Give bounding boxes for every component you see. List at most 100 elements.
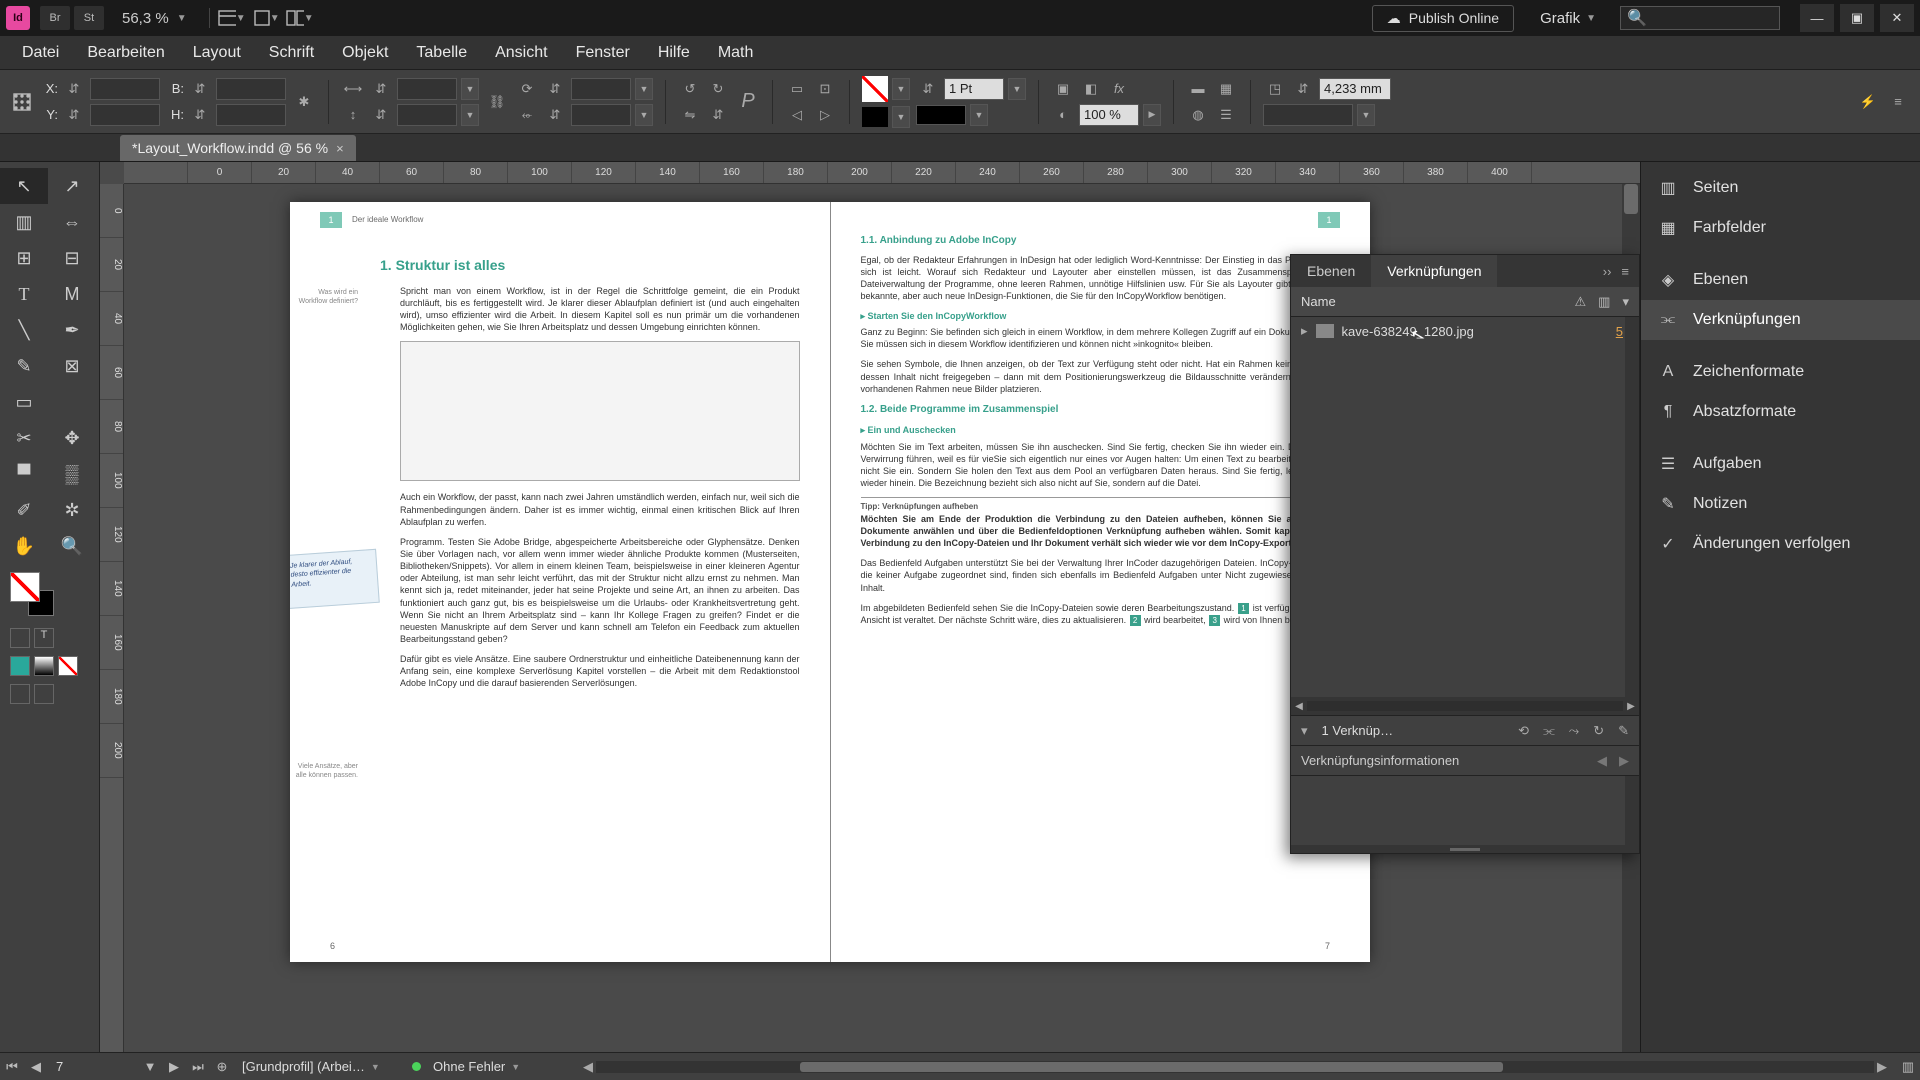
content-select-icon[interactable]: ⊡: [813, 78, 837, 100]
first-spread-icon[interactable]: ⏮: [0, 1059, 24, 1075]
chevron-right-icon[interactable]: ▶: [1143, 104, 1161, 126]
menu-fenster[interactable]: Fenster: [562, 44, 644, 62]
frame-fit-icon[interactable]: ◧: [1079, 78, 1103, 100]
text-formatting[interactable]: T: [34, 628, 54, 648]
line-tool[interactable]: ╲: [0, 312, 48, 348]
auto-fit-icon[interactable]: ▣: [1051, 78, 1075, 100]
next-spread-icon[interactable]: ▶: [162, 1059, 186, 1075]
quick-apply-icon[interactable]: ⚡: [1856, 91, 1880, 113]
minimize-button[interactable]: —: [1800, 4, 1834, 32]
relink-cc-icon[interactable]: ⟲: [1518, 723, 1529, 739]
stepper-icon[interactable]: ⇵: [188, 78, 212, 100]
type-path-tool[interactable]: M: [48, 276, 96, 312]
next-object-icon[interactable]: ▷: [813, 104, 837, 126]
menu-hilfe[interactable]: Hilfe: [644, 44, 704, 62]
wrap-bounding-icon[interactable]: ▦: [1214, 78, 1238, 100]
warning-icon[interactable]: ⚠: [1575, 294, 1587, 310]
scissors-tool[interactable]: ✂: [0, 420, 48, 456]
close-tab-icon[interactable]: ×: [336, 141, 344, 156]
panel-menu-icon[interactable]: ≡: [1621, 264, 1629, 279]
menu-ansicht[interactable]: Ansicht: [481, 44, 561, 62]
fill-stroke-proxy[interactable]: [10, 572, 54, 616]
gradient-feather-tool[interactable]: ▒: [48, 456, 96, 492]
stepper-icon[interactable]: ⇵: [369, 104, 393, 126]
page-icon[interactable]: ▥: [1598, 294, 1610, 310]
view-options-icon[interactable]: ▼: [218, 6, 246, 30]
stroke-style[interactable]: [916, 105, 966, 125]
chevron-down-icon[interactable]: ▼: [1008, 78, 1026, 100]
link-row[interactable]: ▸ kave-638249_1280.jpg 5: [1291, 317, 1639, 345]
vertical-scrollbar[interactable]: [1625, 776, 1639, 845]
prev-icon[interactable]: ◀: [1597, 753, 1607, 769]
hand-tool[interactable]: ✋: [0, 528, 48, 564]
constrain-proportions-icon[interactable]: ✱: [292, 91, 316, 113]
fill-swatch[interactable]: [862, 76, 888, 102]
rotate-field[interactable]: [571, 78, 631, 100]
panel-ebenen[interactable]: ◈Ebenen: [1641, 260, 1920, 300]
selection-tool[interactable]: ↖: [0, 168, 48, 204]
horizontal-scrollbar[interactable]: ◀▶: [580, 1059, 1890, 1075]
chevron-down-icon[interactable]: ▼: [635, 104, 653, 126]
image-frame[interactable]: [400, 341, 800, 481]
vertical-ruler[interactable]: 020406080100120140160180200: [100, 184, 124, 1052]
page-field[interactable]: 7: [48, 1059, 138, 1074]
panel-menu-icon[interactable]: ≡: [1886, 91, 1910, 113]
x-field[interactable]: [90, 78, 160, 100]
chevron-down-icon[interactable]: ▼: [970, 104, 988, 126]
chevron-down-icon[interactable]: ▼: [461, 78, 479, 100]
stepper-icon[interactable]: ⇵: [916, 78, 940, 100]
menu-datei[interactable]: Datei: [8, 44, 73, 62]
apply-gradient[interactable]: [34, 656, 54, 676]
flip-h-icon[interactable]: ⇋: [678, 104, 702, 126]
document-tab[interactable]: *Layout_Workflow.indd @ 56 % ×: [120, 135, 356, 161]
link-icon[interactable]: ⛓: [485, 91, 509, 113]
chevron-down-icon[interactable]: ▼: [892, 78, 910, 100]
stepper-icon[interactable]: ⇵: [62, 104, 86, 126]
type-tool[interactable]: T: [0, 276, 48, 312]
sticky-note[interactable]: Je klarer der Ablauf, desto effizienter …: [290, 549, 380, 609]
edit-original-icon[interactable]: ✎: [1618, 723, 1629, 739]
resize-grip[interactable]: [1291, 845, 1639, 853]
flip-v-icon[interactable]: ⇵: [706, 104, 730, 126]
rectangle-tool[interactable]: ▭: [0, 384, 48, 420]
horizontal-ruler[interactable]: 0204060801001201401601802002202402602803…: [124, 162, 1640, 184]
bridge-button[interactable]: Br: [40, 6, 70, 30]
content-placer-tool[interactable]: ⊟: [48, 240, 96, 276]
tab-verknuepfungen[interactable]: Verknüpfungen: [1371, 255, 1497, 287]
workspace-switcher[interactable]: Grafik▼: [1530, 10, 1606, 27]
stepper-icon[interactable]: ⇵: [1291, 78, 1315, 100]
tab-ebenen[interactable]: Ebenen: [1291, 255, 1371, 287]
scale-x-field[interactable]: [397, 78, 457, 100]
vertical-scrollbar[interactable]: [1625, 317, 1639, 697]
stepper-icon[interactable]: ⇵: [543, 78, 567, 100]
preflight-status[interactable]: Ohne Fehler▼: [404, 1059, 574, 1074]
panel-farbfelder[interactable]: ▦Farbfelder: [1641, 208, 1920, 248]
panel-absatzformate[interactable]: ¶Absatzformate: [1641, 392, 1920, 432]
page-left[interactable]: 1Der ideale Workflow 1. Struktur ist all…: [290, 202, 831, 962]
split-view-icon[interactable]: ▥: [1896, 1059, 1920, 1075]
normal-view[interactable]: [10, 684, 30, 704]
color-theme-tool[interactable]: ✲: [48, 492, 96, 528]
corner-icon[interactable]: ◳: [1263, 78, 1287, 100]
container-select-icon[interactable]: ▭: [785, 78, 809, 100]
chevron-down-icon[interactable]: ▾: [1622, 294, 1629, 310]
shear-field[interactable]: [571, 104, 631, 126]
reference-point-icon[interactable]: [10, 91, 34, 113]
wrap-shape-icon[interactable]: ◍: [1186, 104, 1210, 126]
stroke-weight-field[interactable]: 1 Pt: [944, 78, 1004, 100]
collapse-icon[interactable]: ››: [1603, 264, 1612, 279]
chevron-down-icon[interactable]: ▼: [635, 78, 653, 100]
page-spread[interactable]: 1Der ideale Workflow 1. Struktur ist all…: [290, 202, 1370, 962]
menu-tabelle[interactable]: Tabelle: [402, 44, 481, 62]
stroke-swatch[interactable]: [862, 107, 888, 127]
apply-color[interactable]: [10, 656, 30, 676]
rotate-cw-icon[interactable]: ↻: [706, 78, 730, 100]
free-transform-tool[interactable]: ✥: [48, 420, 96, 456]
publish-online-button[interactable]: ☁Publish Online: [1372, 5, 1514, 32]
y-field[interactable]: [90, 104, 160, 126]
w-field[interactable]: [216, 78, 286, 100]
close-button[interactable]: ✕: [1880, 4, 1914, 32]
chevron-down-icon[interactable]: ▼: [138, 1059, 162, 1074]
rectangle-frame-tool[interactable]: ⊠: [48, 348, 96, 384]
preflight-profile[interactable]: [Grundprofil] (Arbei…▼: [234, 1059, 404, 1074]
